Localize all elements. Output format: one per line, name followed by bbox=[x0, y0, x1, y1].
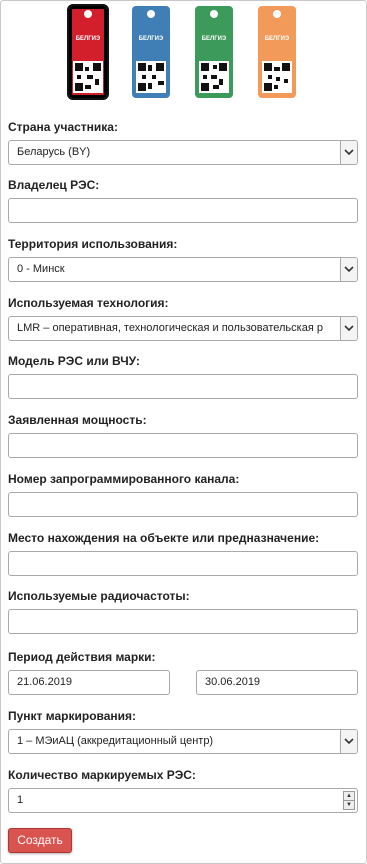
country-select[interactable]: Беларусь (BY) bbox=[8, 140, 358, 165]
location-field: Место нахождения на объекте или предназн… bbox=[8, 530, 358, 576]
channel-label: Номер запрограммированного канала: bbox=[8, 472, 240, 486]
power-label: Заявленная мощность: bbox=[8, 413, 147, 427]
increment-icon[interactable]: ▲ bbox=[344, 792, 354, 800]
tag-red[interactable]: БЕЛГИЭ bbox=[67, 4, 109, 100]
location-label: Место нахождения на объекте или предназн… bbox=[8, 531, 320, 545]
point-field: Пункт маркирования: 1 – МЭиАЦ (аккредита… bbox=[8, 708, 358, 754]
technology-label: Используемая технология: bbox=[8, 296, 169, 310]
tag-hole bbox=[84, 10, 92, 18]
point-select[interactable]: 1 – МЭиАЦ (аккредитационный центр) bbox=[8, 729, 358, 754]
power-field: Заявленная мощность: bbox=[8, 412, 358, 458]
tag-brand: БЕЛГИЭ bbox=[264, 35, 290, 42]
qr-code-icon bbox=[199, 61, 229, 93]
frequencies-label: Используемые радиочастоты: bbox=[8, 589, 190, 603]
chevron-down-icon[interactable] bbox=[340, 141, 357, 164]
tag-orange[interactable]: БЕЛГИЭ bbox=[258, 6, 296, 98]
model-input[interactable] bbox=[8, 374, 358, 399]
decrement-icon[interactable]: ▼ bbox=[344, 800, 354, 809]
tag-brand: БЕЛГИЭ bbox=[138, 35, 164, 42]
create-button[interactable]: Создать bbox=[8, 828, 72, 853]
quantity-field: Количество маркируемых РЭС: 1 ▲ ▼ bbox=[8, 767, 358, 813]
qr-code-icon bbox=[73, 61, 103, 93]
territory-value: 0 - Минск bbox=[17, 263, 65, 275]
tag-brand: БЕЛГИЭ bbox=[75, 35, 101, 42]
period-label: Период действия марки: bbox=[8, 650, 156, 664]
quantity-label: Количество маркируемых РЭС: bbox=[8, 768, 196, 782]
owner-input[interactable] bbox=[8, 198, 358, 223]
tag-hole bbox=[273, 10, 281, 18]
frequencies-input[interactable] bbox=[8, 609, 358, 634]
quantity-stepper[interactable]: 1 ▲ ▼ bbox=[8, 788, 358, 813]
tag-samples: БЕЛГИЭ БЕЛГИЭ БЕЛГИЭ БЕЛГИЭ bbox=[0, 4, 367, 100]
period-field: Период действия марки: 21.06.2019 30.06.… bbox=[8, 649, 358, 695]
qr-code-icon bbox=[136, 61, 166, 93]
chevron-down-icon[interactable] bbox=[340, 730, 357, 753]
tag-brand: БЕЛГИЭ bbox=[201, 35, 227, 42]
owner-label: Владелец РЭС: bbox=[8, 178, 100, 192]
model-field: Модель РЭС или ВЧУ: bbox=[8, 353, 358, 399]
tag-hole bbox=[210, 10, 218, 18]
country-label: Страна участника: bbox=[8, 120, 118, 134]
period-from-input[interactable]: 21.06.2019 bbox=[8, 670, 170, 695]
channel-field: Номер запрограммированного канала: bbox=[8, 471, 358, 517]
chevron-down-icon[interactable] bbox=[340, 317, 357, 340]
tag-blue[interactable]: БЕЛГИЭ bbox=[132, 6, 170, 98]
owner-field: Владелец РЭС: bbox=[8, 177, 358, 223]
frequencies-field: Используемые радиочастоты: bbox=[8, 588, 358, 634]
tag-green[interactable]: БЕЛГИЭ bbox=[195, 6, 233, 98]
location-input[interactable] bbox=[8, 551, 358, 576]
technology-select[interactable]: LMR – оперативная, технологическая и пол… bbox=[8, 316, 358, 341]
chevron-down-icon[interactable] bbox=[340, 258, 357, 281]
point-label: Пункт маркирования: bbox=[8, 709, 137, 723]
model-label: Модель РЭС или ВЧУ: bbox=[8, 354, 140, 368]
period-to-input[interactable]: 30.06.2019 bbox=[196, 670, 358, 695]
spinner: ▲ ▼ bbox=[343, 791, 355, 810]
point-value: 1 – МЭиАЦ (аккредитационный центр) bbox=[17, 735, 214, 747]
technology-field: Используемая технология: LMR – оперативн… bbox=[8, 295, 358, 341]
tag-hole bbox=[147, 10, 155, 18]
territory-label: Территория использования: bbox=[8, 237, 178, 251]
country-field: Страна участника: Беларусь (BY) bbox=[8, 119, 358, 165]
channel-input[interactable] bbox=[8, 492, 358, 517]
power-input[interactable] bbox=[8, 433, 358, 458]
qr-code-icon bbox=[262, 61, 292, 93]
country-value: Беларусь (BY) bbox=[17, 146, 91, 158]
quantity-value: 1 bbox=[17, 794, 24, 806]
territory-select[interactable]: 0 - Минск bbox=[8, 257, 358, 282]
territory-field: Территория использования: 0 - Минск bbox=[8, 236, 358, 282]
technology-value: LMR – оперативная, технологическая и пол… bbox=[17, 322, 323, 334]
